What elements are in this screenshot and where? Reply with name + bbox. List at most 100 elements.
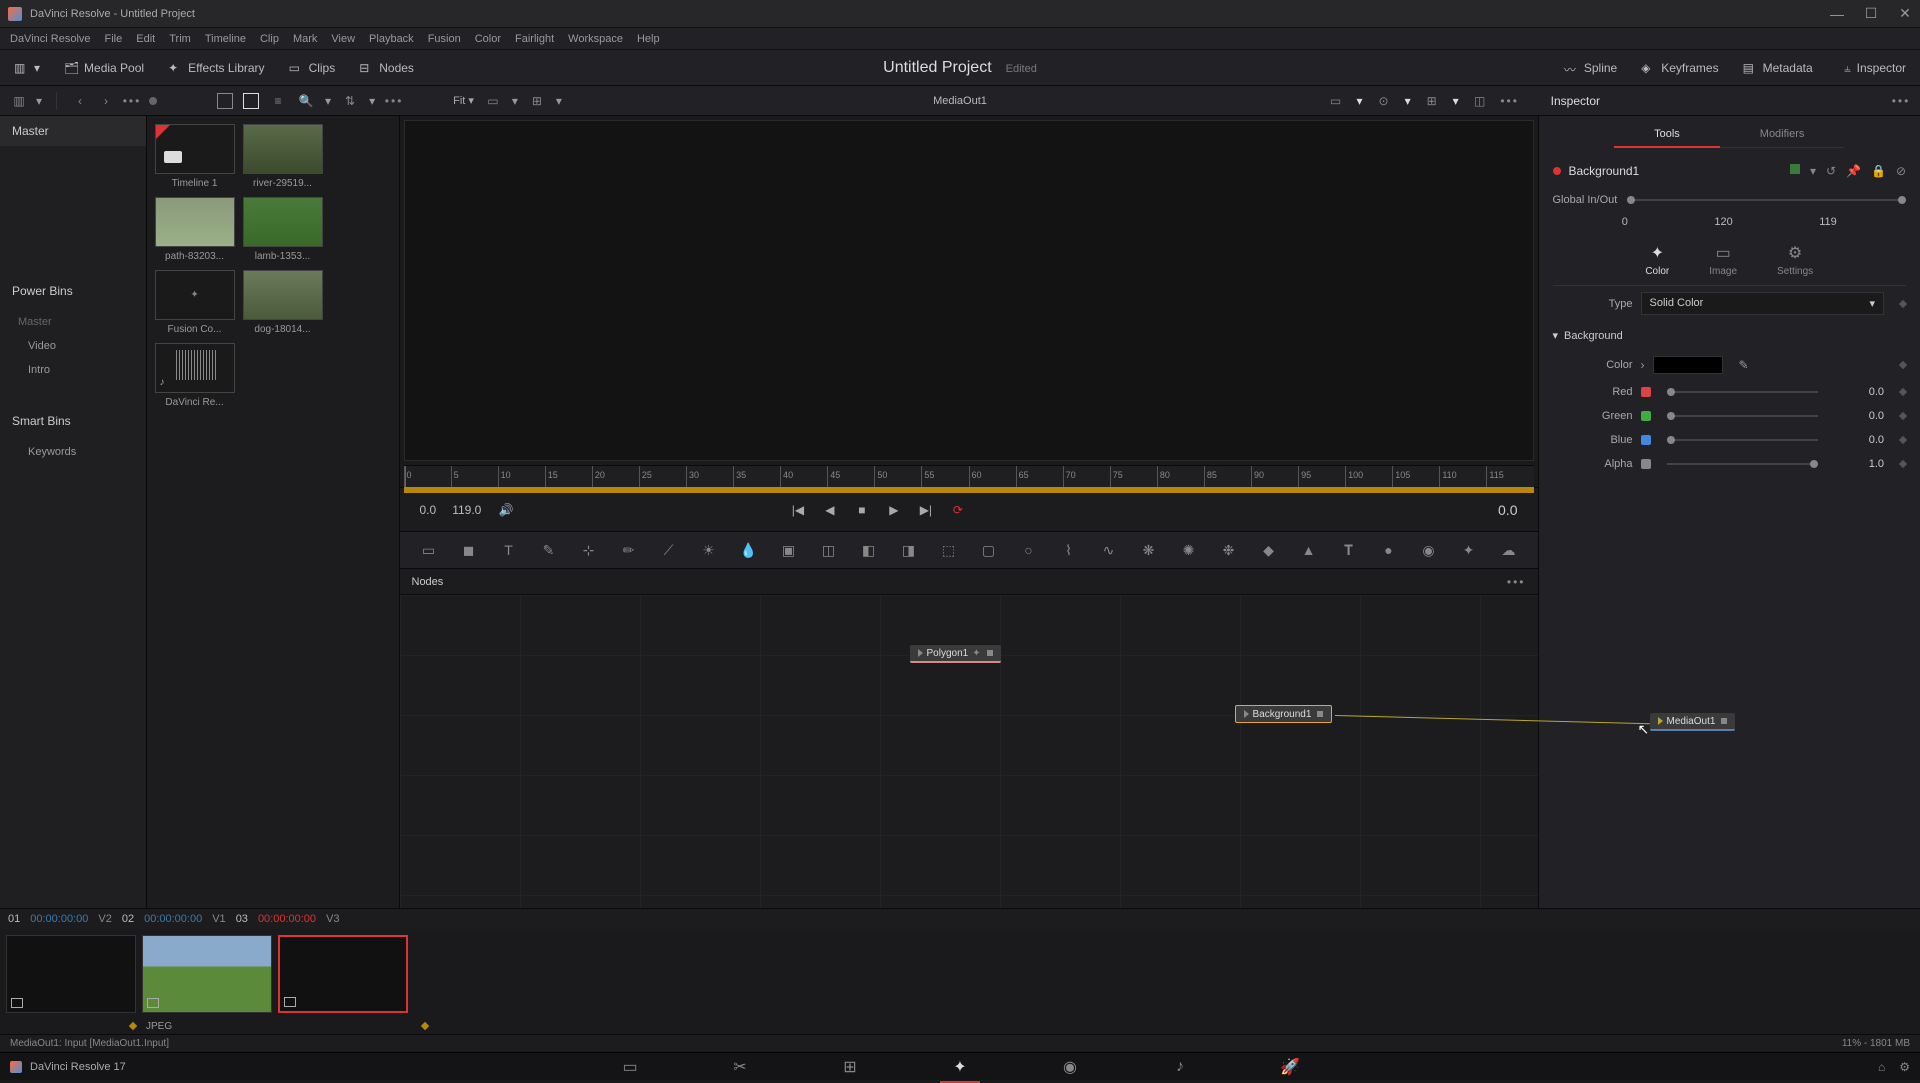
- brightness-tool-icon[interactable]: ☀: [700, 541, 718, 559]
- menu-fusion[interactable]: Fusion: [428, 33, 461, 45]
- clip-timecode[interactable]: 00:00:00:00: [258, 913, 316, 925]
- tracker-tool-icon[interactable]: ⊹: [580, 541, 598, 559]
- settings-icon[interactable]: ⊘: [1896, 164, 1906, 178]
- bin-item[interactable]: Video: [0, 334, 146, 358]
- media-thumb[interactable]: river-29519...: [243, 124, 323, 189]
- menu-mark[interactable]: Mark: [293, 33, 317, 45]
- reset-icon[interactable]: ↺: [1826, 164, 1836, 178]
- last-frame-button[interactable]: ▶|: [917, 501, 935, 519]
- single-viewer-button[interactable]: ▭: [1327, 92, 1345, 110]
- paint-tool-icon[interactable]: ✎: [540, 541, 558, 559]
- edit-page-button[interactable]: ⊞: [840, 1057, 860, 1077]
- smart-bins-header[interactable]: Smart Bins: [0, 406, 146, 436]
- media-thumb[interactable]: DaVinci Re...: [155, 343, 235, 408]
- loop-button[interactable]: ⟳: [949, 501, 967, 519]
- menu-edit[interactable]: Edit: [136, 33, 155, 45]
- particle-render-icon[interactable]: ✺: [1180, 541, 1198, 559]
- clip-thumb-active[interactable]: [278, 935, 408, 1013]
- mute-button[interactable]: 🔊: [497, 501, 515, 519]
- viewer-menu-button[interactable]: •••: [1501, 92, 1519, 110]
- bin-item[interactable]: Master: [0, 310, 146, 334]
- aspect-button[interactable]: ▭: [484, 92, 502, 110]
- timecode-start[interactable]: 0.0: [420, 503, 437, 517]
- guides-button[interactable]: ⊞: [528, 92, 546, 110]
- maximize-button[interactable]: ☐: [1864, 7, 1878, 21]
- nodes-options-button[interactable]: •••: [1507, 575, 1526, 589]
- background-tool-icon[interactable]: ▭: [420, 541, 438, 559]
- channel-value[interactable]: 0.0: [1834, 410, 1884, 422]
- rectangle-mask-icon[interactable]: ▢: [980, 541, 998, 559]
- type-select[interactable]: Solid Color▾: [1641, 292, 1885, 315]
- matte-tool-icon[interactable]: ⟋: [660, 541, 678, 559]
- fusion-page-button[interactable]: ✦: [950, 1057, 970, 1077]
- menu-playback[interactable]: Playback: [369, 33, 414, 45]
- media-page-button[interactable]: ▭: [620, 1057, 640, 1077]
- media-pool-toggle[interactable]: 🗂Media Pool: [64, 61, 144, 75]
- media-thumb[interactable]: Fusion Co...: [155, 270, 235, 335]
- clip-timecode[interactable]: 00:00:00:00: [30, 913, 88, 925]
- clip-thumb[interactable]: [6, 935, 136, 1013]
- menu-file[interactable]: File: [105, 33, 123, 45]
- metadata-toggle[interactable]: ▤Metadata: [1743, 61, 1813, 75]
- bspline-mask-icon[interactable]: ∿: [1100, 541, 1118, 559]
- clip-index[interactable]: 02: [122, 913, 134, 925]
- clip-thumb[interactable]: [142, 935, 272, 1013]
- media-thumb[interactable]: path-83203...: [155, 197, 235, 262]
- ellipse-mask-icon[interactable]: ○: [1020, 541, 1038, 559]
- current-time[interactable]: 0.0: [1498, 502, 1517, 518]
- channel-slider[interactable]: [1667, 439, 1819, 441]
- merge-tool-icon[interactable]: ▣: [780, 541, 798, 559]
- first-frame-button[interactable]: |◀: [789, 501, 807, 519]
- menu-view[interactable]: View: [331, 33, 355, 45]
- keyframe-toggle[interactable]: [1899, 299, 1907, 307]
- particle-merge-icon[interactable]: ❉: [1220, 541, 1238, 559]
- smart-bin-item[interactable]: Keywords: [0, 440, 146, 464]
- split-button[interactable]: ⊞: [1423, 92, 1441, 110]
- strip-view-icon[interactable]: [217, 93, 233, 109]
- menu-clip[interactable]: Clip: [260, 33, 279, 45]
- nav-fwd-button[interactable]: ›: [97, 92, 115, 110]
- channel-slider[interactable]: [1667, 391, 1819, 393]
- effects-library-toggle[interactable]: ✦Effects Library: [168, 61, 264, 75]
- color-swatch[interactable]: [1653, 356, 1723, 374]
- 3d-camera-icon[interactable]: ●: [1380, 541, 1398, 559]
- master-bin[interactable]: Master: [0, 116, 146, 146]
- menu-color[interactable]: Color: [475, 33, 501, 45]
- resize-tool-icon[interactable]: ⬚: [940, 541, 958, 559]
- dual-viewer-button[interactable]: ◫: [1471, 92, 1489, 110]
- node-background[interactable]: Background1: [1235, 705, 1333, 723]
- menu-timeline[interactable]: Timeline: [205, 33, 246, 45]
- menu-workspace[interactable]: Workspace: [568, 33, 623, 45]
- search-icon[interactable]: 🔍: [297, 92, 315, 110]
- 3d-text-icon[interactable]: 𝐓: [1340, 541, 1358, 559]
- clip-index[interactable]: 03: [236, 913, 248, 925]
- keyframe-toggle[interactable]: [1899, 436, 1907, 444]
- grid-view-icon[interactable]: [243, 93, 259, 109]
- particle-emitter-icon[interactable]: ❋: [1140, 541, 1158, 559]
- version-icon[interactable]: [1790, 164, 1800, 174]
- selected-node-name[interactable]: Background1: [1569, 164, 1640, 178]
- sort-icon[interactable]: ⇅: [341, 92, 359, 110]
- clip-timecode[interactable]: 00:00:00:00: [144, 913, 202, 925]
- project-settings-button[interactable]: ⚙: [1899, 1060, 1910, 1074]
- 3d-render-icon[interactable]: ☁: [1500, 541, 1518, 559]
- media-thumb[interactable]: dog-18014...: [243, 270, 323, 335]
- play-button[interactable]: ▶: [885, 501, 903, 519]
- spline-toggle[interactable]: 〰Spline: [1564, 61, 1617, 75]
- node-mediaout[interactable]: MediaOut1: [1650, 713, 1736, 731]
- deliver-page-button[interactable]: 🚀: [1280, 1057, 1300, 1077]
- step-back-button[interactable]: ◀: [821, 501, 839, 519]
- cut-page-button[interactable]: ✂: [730, 1057, 750, 1077]
- home-button[interactable]: ⌂: [1878, 1060, 1885, 1074]
- time-ruler[interactable]: 0510152025303540455055606570758085909510…: [404, 465, 1534, 487]
- close-button[interactable]: ✕: [1898, 7, 1912, 21]
- record-button[interactable]: [149, 97, 157, 105]
- inspector-menu-button[interactable]: •••: [1892, 92, 1910, 110]
- menu-trim[interactable]: Trim: [169, 33, 191, 45]
- keyframe-toggle[interactable]: [1899, 412, 1907, 420]
- 3d-image-plane-icon[interactable]: ◆: [1260, 541, 1278, 559]
- media-thumb[interactable]: Timeline 1: [155, 124, 235, 189]
- polygon-mask-icon[interactable]: ⌇: [1060, 541, 1078, 559]
- 3d-merge-icon[interactable]: ◉: [1420, 541, 1438, 559]
- pool-options-button[interactable]: •••: [385, 92, 403, 110]
